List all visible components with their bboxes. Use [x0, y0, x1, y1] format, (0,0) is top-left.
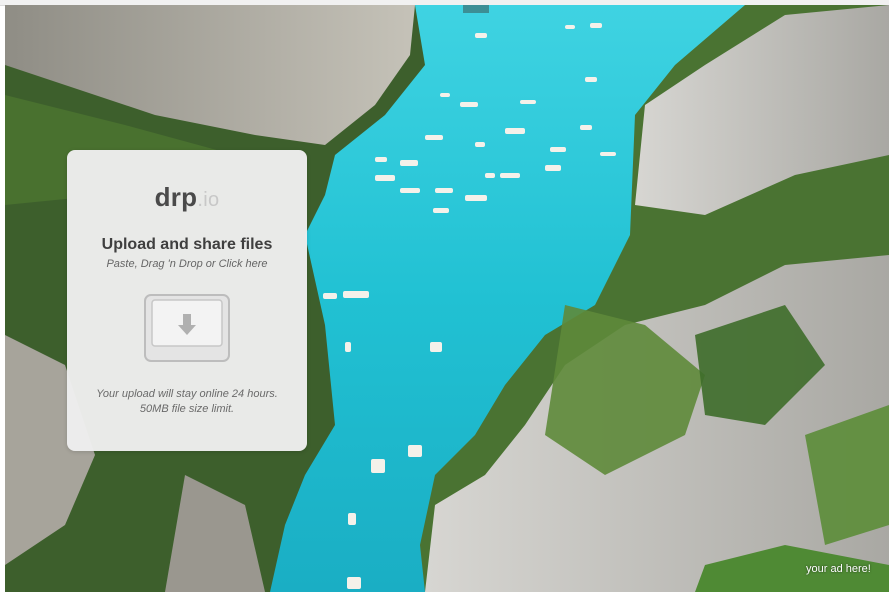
- upload-title: Upload and share files: [101, 236, 273, 253]
- note-size-limit: 50MB file size limit.: [139, 403, 235, 415]
- upload-instructions: Paste, Drag 'n Drop or Click here: [106, 258, 268, 270]
- ad-placeholder-link[interactable]: your ad here!: [806, 563, 871, 575]
- upload-card[interactable]: drp.io Upload and share files Paste, Dra…: [67, 150, 307, 451]
- upload-tray-icon[interactable]: [144, 294, 230, 362]
- logo-tld: .io: [197, 189, 220, 211]
- logo-name: drp: [154, 182, 198, 212]
- note-retention: Your upload will stay online 24 hours.: [96, 388, 278, 400]
- upload-limits-note: Your upload will stay online 24 hours. 5…: [67, 387, 307, 417]
- site-logo[interactable]: drp.io: [67, 182, 307, 213]
